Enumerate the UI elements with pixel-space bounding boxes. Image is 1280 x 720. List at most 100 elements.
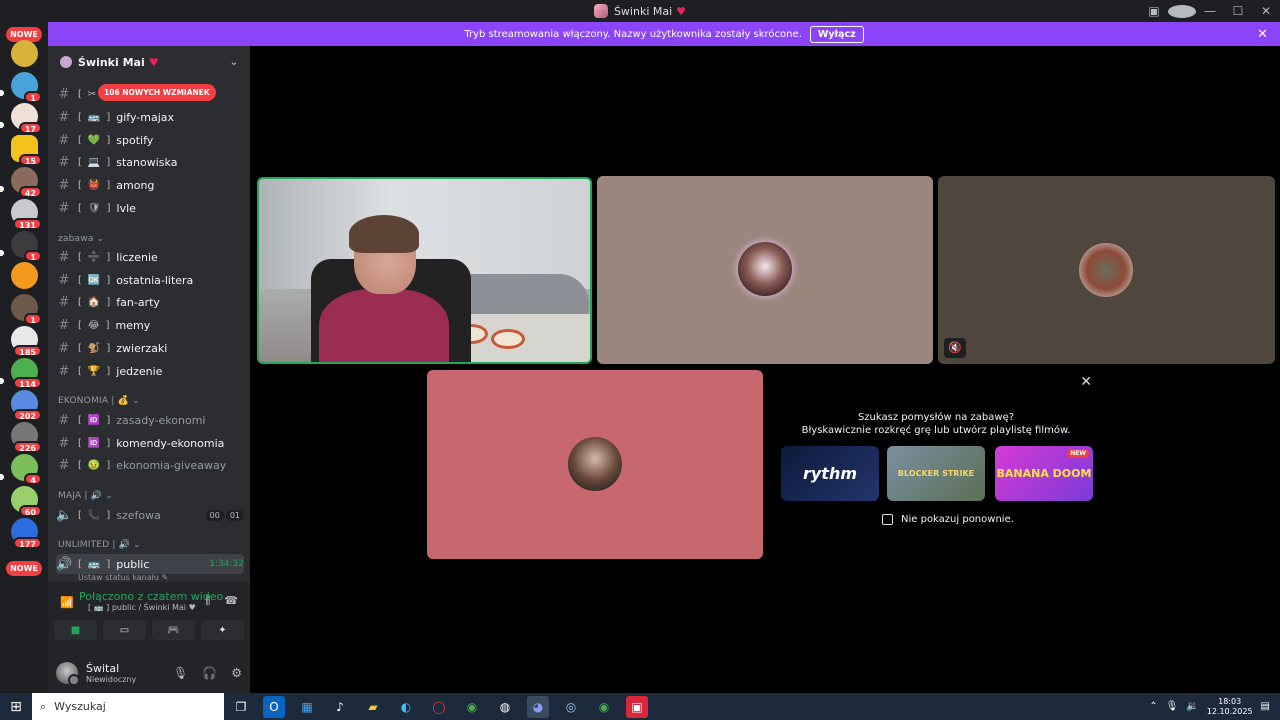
edge-icon[interactable]: ◐	[395, 696, 417, 718]
outlook-icon[interactable]: O	[263, 695, 285, 718]
screen-share-button[interactable]: ▭	[103, 620, 146, 640]
server-icon[interactable]: 177	[11, 518, 42, 549]
hash-icon: #	[58, 272, 70, 288]
channel-item[interactable]: # [🐒] zwierzaki	[56, 338, 244, 358]
server-icon[interactable]: 226	[11, 422, 42, 453]
server-icon[interactable]: 202	[11, 390, 42, 421]
signal-icon[interactable]: 📶	[60, 596, 74, 609]
user-info[interactable]: Śwital Niewidoczny	[86, 662, 136, 684]
close-icon[interactable]: ✕	[1080, 374, 1092, 390]
channel-item[interactable]: # [🏠] fan-arty	[56, 292, 244, 312]
channel-item[interactable]: # [🆔] komendy-ekonomia	[56, 433, 244, 453]
video-tile-camera[interactable]	[257, 177, 592, 364]
steam-icon[interactable]: ◎	[560, 696, 582, 718]
disconnect-icon[interactable]: ☎	[224, 594, 238, 608]
channel-suffix: ]	[106, 365, 111, 377]
server-icon[interactable]	[11, 40, 38, 67]
hash-icon: #	[58, 154, 70, 170]
channel-item[interactable]: # [😂] memy	[56, 315, 244, 335]
channel-item[interactable]: # [🆔] zasady-ekonomi	[56, 410, 244, 430]
channel-item[interactable]: # [💚] spotify	[56, 130, 244, 150]
channel-item[interactable]: # [🚌] gify-majax	[56, 107, 244, 127]
dont-show-again-checkbox[interactable]: Nie pokazuj ponownie.	[882, 514, 1014, 525]
screen-share-icon[interactable]: ▣	[1140, 4, 1168, 18]
chevron-up-icon[interactable]: ⌃	[1149, 701, 1157, 712]
server-icon[interactable]: 1	[11, 72, 42, 103]
app-icon[interactable]: ▣	[626, 695, 648, 718]
category-header[interactable]: MAJA | 🔊 ⌄	[58, 491, 113, 501]
server-icon[interactable]: 4	[11, 454, 42, 485]
close-icon[interactable]: ✕	[1252, 4, 1280, 18]
microphone-icon[interactable]: 🎙	[1166, 701, 1179, 712]
gear-icon[interactable]: ⚙	[231, 666, 242, 680]
activity-card-blocker-strike[interactable]: BLOCKER STRIKE	[887, 446, 985, 501]
server-icon[interactable]	[11, 262, 38, 289]
chevron-down-icon[interactable]: ⌄	[230, 57, 238, 68]
channel-item[interactable]: # [🆗] ostatnia-litera	[56, 270, 244, 290]
voice-channel-szefowa[interactable]: 🔈 [📞] szefowa 00 01	[56, 505, 244, 525]
channel-item[interactable]: # [🏆] jedzenie	[56, 361, 244, 381]
voice-channel-public[interactable]: 🔊 [🚌] public 1:34:32	[56, 554, 244, 574]
file-explorer-icon[interactable]: ▰	[362, 696, 384, 718]
channel-item[interactable]: # [👹] among	[56, 175, 244, 195]
server-icon[interactable]: 185	[11, 326, 42, 357]
category-header[interactable]: UNLIMITED | 🔊 ⌄	[58, 540, 141, 550]
category-header[interactable]: zabawa ⌄	[58, 234, 104, 244]
server-icon[interactable]: 17	[11, 103, 42, 134]
hash-icon: #	[58, 340, 70, 356]
maximize-icon[interactable]: ☐	[1224, 4, 1252, 18]
activity-button[interactable]: 🎮	[152, 620, 195, 640]
channel-name: liczenie	[116, 250, 158, 264]
server-icon[interactable]: 1	[11, 231, 42, 262]
server-icon[interactable]: 131	[11, 199, 42, 230]
minimize-icon[interactable]: —	[1196, 4, 1224, 18]
headphones-icon[interactable]: 🎧	[202, 666, 217, 680]
soundboard-icon[interactable]: ⫼	[205, 594, 210, 608]
app-icon[interactable]: ◍	[494, 696, 516, 718]
activity-card-banana-doom[interactable]: BANANA DOOM NEW	[995, 446, 1093, 501]
chrome-icon[interactable]: ◉	[593, 696, 615, 718]
server-icon[interactable]: 60	[11, 486, 42, 517]
speaker-icon: 🔊	[90, 491, 103, 501]
new-badge-bottom[interactable]: NOWE	[6, 561, 42, 576]
channel-suffix: ]	[106, 134, 111, 146]
server-icon[interactable]: 1	[11, 294, 42, 325]
channel-item[interactable]: # [💻] stanowiska	[56, 152, 244, 172]
store-icon[interactable]: ▦	[296, 696, 318, 718]
category-header[interactable]: EKONOMIA | 💰 ⌄	[58, 396, 140, 406]
new-mentions-pill[interactable]: 106 NOWYCH WZMIANEK	[98, 84, 216, 101]
user-panel: Śwital Niewidoczny 🎙 🎧 ⚙	[48, 652, 250, 693]
help-icon[interactable]: ?	[1168, 4, 1196, 18]
close-icon[interactable]: ✕	[1257, 27, 1268, 42]
clock[interactable]: 18:03 12.10.2025	[1207, 697, 1253, 717]
microphone-icon[interactable]: 🎙	[173, 666, 188, 680]
discord-icon[interactable]: ◕	[527, 695, 549, 718]
chrome-icon[interactable]: ◉	[461, 696, 483, 718]
voice-status-subtitle[interactable]: [ 🚌 ] public / Świnki Mai ♥	[88, 603, 196, 612]
soundboard-button[interactable]: ✦	[201, 620, 244, 640]
channel-item[interactable]: # [🤢] ekonomia-giveaway	[56, 455, 244, 475]
activity-card-rythm[interactable]: rythm	[781, 446, 879, 501]
video-tile-participant[interactable]: 🔇	[938, 176, 1275, 364]
tiktok-icon[interactable]: ♪	[329, 696, 351, 718]
opera-icon[interactable]: ◯	[428, 696, 450, 718]
task-view-icon[interactable]: ❐	[230, 696, 252, 718]
taskbar-search[interactable]: ⌕ Wyszukaj	[32, 693, 224, 720]
channel-emoji: 🏆	[87, 365, 101, 377]
notifications-icon[interactable]: ▤	[1261, 701, 1270, 712]
disable-streamer-mode-button[interactable]: Wyłącz	[809, 25, 864, 43]
server-icon[interactable]: 15	[11, 135, 42, 166]
windows-start-icon[interactable]: ⊞	[0, 699, 32, 715]
camera-button[interactable]: ■	[54, 620, 97, 640]
channel-item[interactable]: # [➗] liczenie	[56, 247, 244, 267]
video-tile-participant[interactable]	[427, 370, 763, 559]
volume-icon[interactable]: 🔉	[1186, 701, 1198, 712]
server-header[interactable]: Świnki Mai ♥ ⌄	[48, 46, 250, 78]
video-tile-participant[interactable]	[597, 176, 933, 364]
server-icon[interactable]: 114	[11, 358, 42, 389]
server-icon[interactable]: 42	[11, 167, 42, 198]
set-channel-status[interactable]: Ustaw status kanału ✎	[78, 573, 168, 582]
channel-name: szefowa	[116, 508, 161, 522]
channel-item[interactable]: # [🛡] lvle	[56, 198, 244, 218]
avatar[interactable]	[56, 661, 80, 686]
